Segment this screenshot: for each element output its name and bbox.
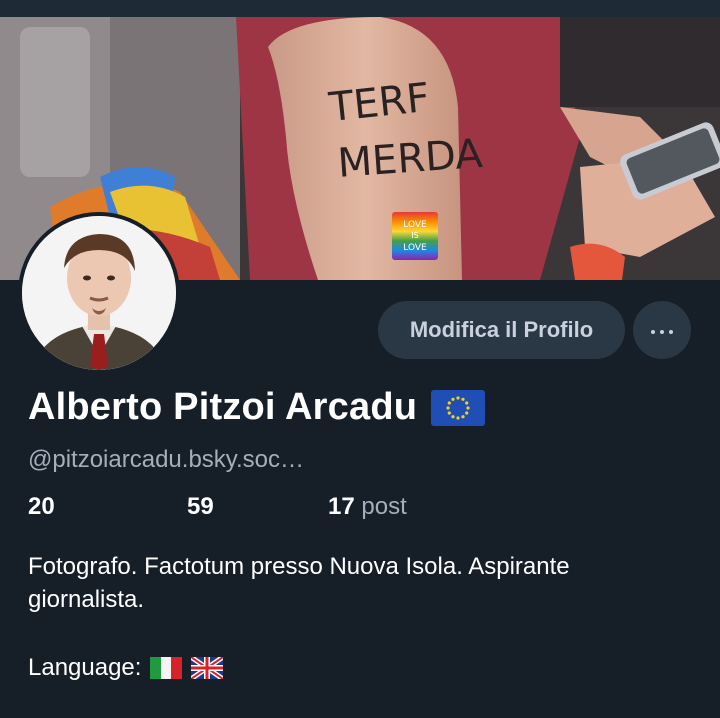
more-options-button[interactable] — [633, 301, 691, 359]
posts-label: post — [361, 493, 407, 520]
status-bar — [0, 0, 720, 17]
following-stat[interactable]: 59 — [187, 493, 214, 521]
posts-count: 17 — [328, 493, 355, 520]
following-count: 59 — [187, 493, 214, 520]
display-name: Alberto Pitzoi Arcadu — [28, 386, 418, 428]
svg-text:LOVE: LOVE — [403, 220, 427, 230]
followers-count: 20 — [28, 493, 55, 520]
handle: @pitzoiarcadu.bsky.soc… — [28, 446, 305, 473]
avatar[interactable] — [18, 212, 180, 374]
language-row: Language: — [28, 654, 224, 682]
bio-line: giornalista. — [28, 586, 145, 613]
language-label: Language: — [28, 654, 142, 681]
svg-text:LOVE: LOVE — [403, 243, 427, 253]
followers-stat[interactable]: 20 — [28, 493, 55, 521]
profile-bio: Fotografo. Factotum presso Nuova Isola. … — [28, 550, 708, 616]
display-name-row: Alberto Pitzoi Arcadu — [28, 386, 486, 429]
avatar-photo — [22, 216, 176, 370]
italy-flag-icon — [150, 657, 183, 679]
svg-text:IS: IS — [411, 231, 418, 240]
edit-profile-button[interactable]: Modifica il Profilo — [378, 301, 625, 359]
bio-line: Fotografo. Factotum presso Nuova Isola. … — [28, 553, 570, 580]
eu-flag-icon — [431, 389, 486, 426]
more-dots-icon — [649, 321, 676, 339]
posts-stat: 17 post — [328, 493, 407, 521]
uk-flag-icon — [191, 657, 224, 679]
